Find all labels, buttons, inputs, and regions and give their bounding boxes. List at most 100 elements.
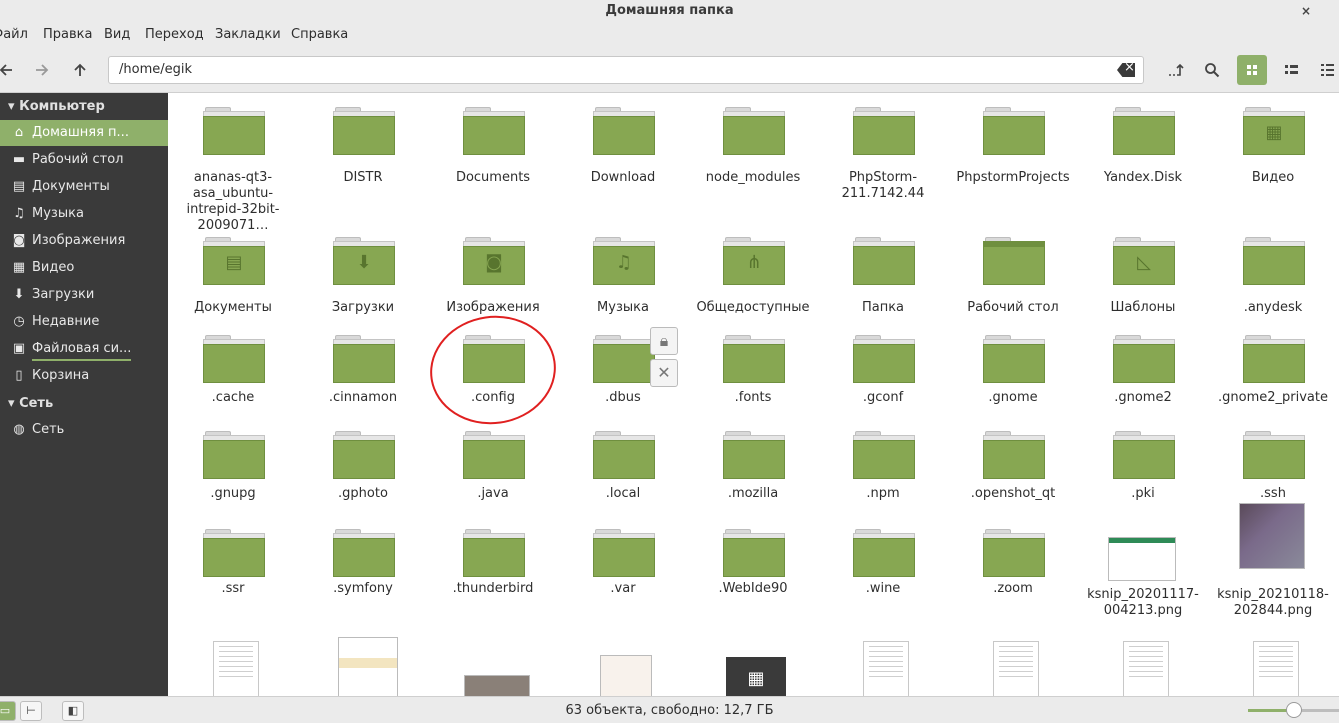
- folder-item[interactable]: .var: [558, 529, 688, 639]
- file-item[interactable]: [818, 641, 948, 696]
- folder-item[interactable]: .thunderbird: [428, 529, 558, 639]
- file-item[interactable]: ▦: [688, 641, 818, 696]
- folder-item[interactable]: Documents: [428, 107, 558, 217]
- up-button[interactable]: [66, 56, 94, 84]
- compact-view-button[interactable]: [1312, 55, 1339, 85]
- folder-item[interactable]: .fonts: [688, 335, 818, 445]
- file-item[interactable]: [948, 641, 1078, 696]
- sidebar-item-home[interactable]: ⌂ Домашняя п...: [0, 120, 168, 146]
- folder-item[interactable]: .cinnamon: [298, 335, 428, 445]
- folder-icon: [1113, 431, 1175, 479]
- folder-item[interactable]: .gnome: [948, 335, 1078, 445]
- folder-icon: [723, 529, 785, 577]
- folder-item[interactable]: .gnupg: [168, 431, 298, 541]
- folder-item[interactable]: .openshot_qt: [948, 431, 1078, 541]
- file-name: .WebIde90: [718, 581, 788, 596]
- folder-item[interactable]: .gnome2_private: [1208, 335, 1338, 445]
- icon-view-button[interactable]: [1237, 55, 1267, 85]
- menu-edit[interactable]: Правка: [43, 27, 92, 42]
- folder-item[interactable]: .symfony: [298, 529, 428, 639]
- file-item[interactable]: [428, 641, 558, 696]
- sidebar-item-trash[interactable]: ▯ Корзина: [0, 363, 168, 389]
- file-grid[interactable]: ananas-qt3-asa_ubuntu-intrepid-32bit-200…: [168, 93, 1339, 696]
- folder-item[interactable]: .npm: [818, 431, 948, 541]
- folder-item[interactable]: .mozilla: [688, 431, 818, 541]
- forward-button[interactable]: [28, 56, 56, 84]
- sidebar-item-pictures[interactable]: ◙ Изображения: [0, 228, 168, 254]
- folder-item[interactable]: .gconf: [818, 335, 948, 445]
- sidebar-item-downloads[interactable]: ⬇ Загрузки: [0, 282, 168, 308]
- folder-icon: ◙: [463, 237, 525, 285]
- folder-item[interactable]: .wine: [818, 529, 948, 639]
- toggle-location-button[interactable]: [1162, 56, 1190, 84]
- folder-item[interactable]: .gnome2: [1078, 335, 1208, 445]
- folder-item[interactable]: Download: [558, 107, 688, 217]
- expander-icon[interactable]: ▾: [8, 99, 15, 114]
- file-name: .anydesk: [1243, 300, 1303, 315]
- folder-item[interactable]: .local: [558, 431, 688, 541]
- folder-item[interactable]: node_modules: [688, 107, 818, 217]
- folder-item[interactable]: Папка: [818, 237, 948, 347]
- menu-go[interactable]: Переход: [145, 27, 204, 42]
- folder-item[interactable]: .zoom: [948, 529, 1078, 639]
- sidebar-item-recent[interactable]: ◷ Недавние: [0, 309, 168, 335]
- zoom-slider-knob[interactable]: [1285, 702, 1302, 718]
- file-item[interactable]: [558, 641, 688, 696]
- menu-help[interactable]: Справка: [291, 27, 348, 42]
- menu-file[interactable]: Файл: [0, 27, 28, 42]
- file-item[interactable]: ksnip_20210118-202844.png: [1208, 503, 1338, 639]
- path-text[interactable]: /home/egik: [119, 62, 192, 77]
- sidebar-item-documents[interactable]: ▤ Документы: [0, 174, 168, 200]
- sidebar-item-label: Музыка: [32, 206, 84, 221]
- folder-item[interactable]: ▦ Видео: [1208, 107, 1338, 217]
- file-item[interactable]: ksnip_20201117-004213.png: [1078, 529, 1208, 639]
- back-button[interactable]: [0, 56, 20, 84]
- folder-item[interactable]: .anydesk: [1208, 237, 1338, 347]
- expander-icon[interactable]: ▾: [8, 396, 15, 411]
- folder-item[interactable]: .pki: [1078, 431, 1208, 541]
- folder-icon: [983, 335, 1045, 383]
- menu-bookmarks[interactable]: Закладки: [215, 27, 281, 42]
- folder-item[interactable]: ⬇ Загрузки: [298, 237, 428, 347]
- file-item[interactable]: [1078, 641, 1208, 696]
- folder-item[interactable]: .cache: [168, 335, 298, 445]
- folder-icon: [333, 431, 395, 479]
- folder-item[interactable]: ◺ Шаблоны: [1078, 237, 1208, 347]
- folder-item[interactable]: ▤ Документы: [168, 237, 298, 347]
- folder-item[interactable]: PhpStorm-211.7142.44: [818, 107, 948, 217]
- folder-item[interactable]: .gphoto: [298, 431, 428, 541]
- folder-item[interactable]: .java: [428, 431, 558, 541]
- clear-location-icon[interactable]: [1117, 63, 1135, 77]
- menu-view[interactable]: Вид: [104, 27, 130, 42]
- sidebar-item-network[interactable]: ◍ Сеть: [0, 417, 168, 443]
- folder-item[interactable]: Yandex.Disk: [1078, 107, 1208, 217]
- search-button[interactable]: [1198, 56, 1226, 84]
- list-view-button[interactable]: [1276, 55, 1306, 85]
- folder-item[interactable]: .dbus 🔒︎ ✕: [558, 327, 688, 445]
- folder-item[interactable]: DISTR: [298, 107, 428, 217]
- file-name: ksnip_20210118-202844.png: [1217, 587, 1329, 618]
- folder-item[interactable]: ananas-qt3-asa_ubuntu-intrepid-32bit-200…: [168, 107, 298, 233]
- sidebar-item-desktop[interactable]: ▬ Рабочий стол: [0, 147, 168, 173]
- location-bar[interactable]: /home/egik: [108, 56, 1144, 84]
- sidebar-item-music[interactable]: ♫ Музыка: [0, 201, 168, 227]
- status-bar: ▭ ⊢ ◧ 63 объекта, свободно: 12,7 ГБ: [0, 696, 1339, 723]
- folder-item[interactable]: ⋔ Общедоступные: [688, 237, 818, 347]
- file-item[interactable]: [298, 637, 428, 696]
- folder-item[interactable]: .ssr: [168, 529, 298, 639]
- file-name: .openshot_qt: [970, 486, 1056, 501]
- file-name: Download: [590, 170, 656, 185]
- file-item[interactable]: [1208, 641, 1338, 696]
- sidebar-item-filesystem[interactable]: ▣ Файловая си...: [0, 336, 168, 362]
- folder-item[interactable]: .WebIde90: [688, 529, 818, 639]
- folder-item[interactable]: Рабочий стол: [948, 237, 1078, 347]
- close-window-icon[interactable]: ×: [1301, 0, 1311, 22]
- file-name: .zoom: [993, 581, 1033, 596]
- file-name: .java: [477, 486, 509, 501]
- sidebar-item-videos[interactable]: ▦ Видео: [0, 255, 168, 281]
- folder-icon: [983, 431, 1045, 479]
- file-item[interactable]: [168, 641, 298, 696]
- folder-item[interactable]: PhpstormProjects: [948, 107, 1078, 217]
- file-name: Documents: [455, 170, 531, 185]
- folder-icon: [203, 335, 265, 383]
